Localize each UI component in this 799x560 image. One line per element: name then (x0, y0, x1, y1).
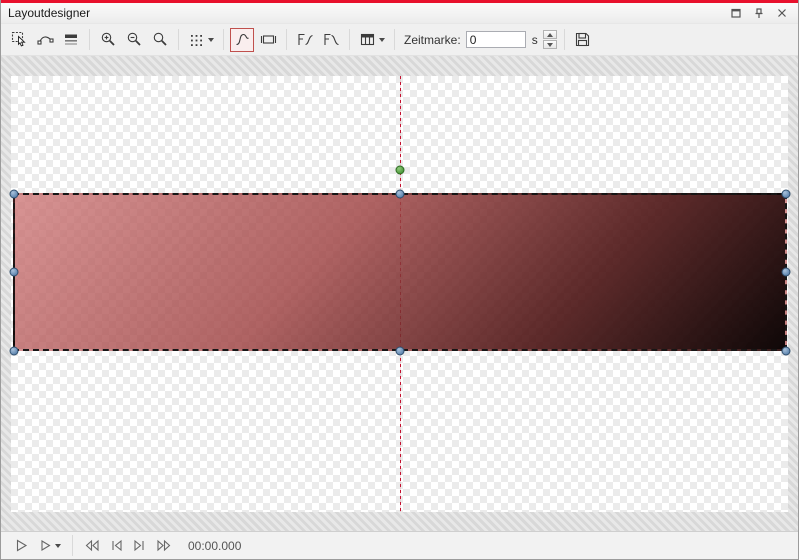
pin-button[interactable] (750, 5, 768, 21)
toolbar: Zeitmarke: s (1, 23, 798, 56)
view-options-icon (359, 31, 376, 48)
maximize-button[interactable] (727, 5, 745, 21)
rotation-handle[interactable] (396, 166, 405, 175)
last-frame-icon (133, 539, 146, 552)
prev-keyframe-icon (84, 539, 100, 552)
zoom-reset-icon (152, 31, 169, 48)
spinner-down-icon (547, 43, 553, 47)
motion-path-button[interactable] (230, 28, 254, 52)
canvas-background (1, 56, 798, 531)
zeitmarke-label: Zeitmarke: (404, 33, 461, 47)
view-options-menu-button[interactable] (356, 28, 388, 52)
next-keyframe-button[interactable] (152, 535, 176, 557)
play-button[interactable] (10, 535, 33, 557)
toolbar-separator (89, 29, 90, 50)
selected-object[interactable] (13, 193, 787, 351)
close-button[interactable] (773, 5, 791, 21)
close-icon (777, 8, 787, 18)
save-icon (574, 31, 591, 48)
maximize-icon (731, 8, 741, 18)
fade-in-curve-icon (296, 31, 314, 48)
toolbar-separator (223, 29, 224, 50)
next-keyframe-icon (156, 539, 172, 552)
play-options-button[interactable] (35, 535, 65, 557)
zoom-in-icon (100, 31, 117, 48)
resize-handle-nw[interactable] (10, 190, 19, 199)
play-menu-icon (39, 539, 52, 552)
window-controls (727, 5, 791, 21)
timecode-display: 00:00.000 (188, 539, 241, 553)
toolbar-separator (349, 29, 350, 50)
resize-handle-sw[interactable] (10, 347, 19, 356)
toolbar-separator (394, 29, 395, 50)
save-button[interactable] (571, 28, 595, 52)
zeitmarke-unit-label: s (532, 33, 538, 47)
grid-icon (188, 31, 205, 48)
selection-tool-button[interactable] (7, 28, 31, 52)
resize-handle-w[interactable] (10, 268, 19, 277)
fade-out-curve-button[interactable] (319, 28, 343, 52)
transport-bar: 00:00.000 (1, 531, 798, 559)
panel-title: Layoutdesigner (8, 6, 90, 20)
edit-points-button[interactable] (33, 28, 57, 52)
titlebar[interactable]: Layoutdesigner (1, 3, 798, 23)
toolbar-separator (564, 29, 565, 50)
edit-points-icon (37, 31, 54, 48)
toolbar-separator (178, 29, 179, 50)
resize-handle-ne[interactable] (782, 190, 791, 199)
zoom-out-button[interactable] (122, 28, 146, 52)
toolbar-separator (286, 29, 287, 50)
zoom-in-button[interactable] (96, 28, 120, 52)
layoutdesigner-panel: Layoutdesigner (0, 0, 799, 560)
fade-out-curve-icon (322, 31, 340, 48)
last-frame-button[interactable] (129, 535, 150, 557)
prev-keyframe-button[interactable] (80, 535, 104, 557)
spinner-up-icon (547, 33, 553, 37)
selection-tool-icon (11, 31, 28, 48)
zeitmarke-input[interactable] (466, 31, 526, 48)
design-canvas[interactable] (11, 76, 788, 512)
chevron-down-icon (208, 38, 214, 42)
camera-frame-button[interactable] (256, 28, 280, 52)
play-icon (14, 538, 29, 553)
camera-frame-icon (260, 31, 277, 48)
first-frame-icon (110, 539, 123, 552)
zoom-out-icon (126, 31, 143, 48)
fade-in-curve-button[interactable] (293, 28, 317, 52)
layers-icon (63, 31, 80, 48)
chevron-down-icon (379, 38, 385, 42)
stepper-up-button[interactable] (543, 30, 557, 39)
pin-icon (754, 8, 764, 19)
layers-button[interactable] (59, 28, 83, 52)
stepper-down-button[interactable] (543, 40, 557, 49)
grid-menu-button[interactable] (185, 28, 217, 52)
zoom-reset-button[interactable] (148, 28, 172, 52)
chevron-down-icon (55, 544, 61, 548)
zeitmarke-stepper (543, 30, 557, 49)
resize-handle-n[interactable] (396, 190, 405, 199)
resize-handle-e[interactable] (782, 268, 791, 277)
motion-path-icon (234, 31, 251, 48)
transport-separator (72, 535, 73, 556)
resize-handle-s[interactable] (396, 347, 405, 356)
first-frame-button[interactable] (106, 535, 127, 557)
resize-handle-se[interactable] (782, 347, 791, 356)
